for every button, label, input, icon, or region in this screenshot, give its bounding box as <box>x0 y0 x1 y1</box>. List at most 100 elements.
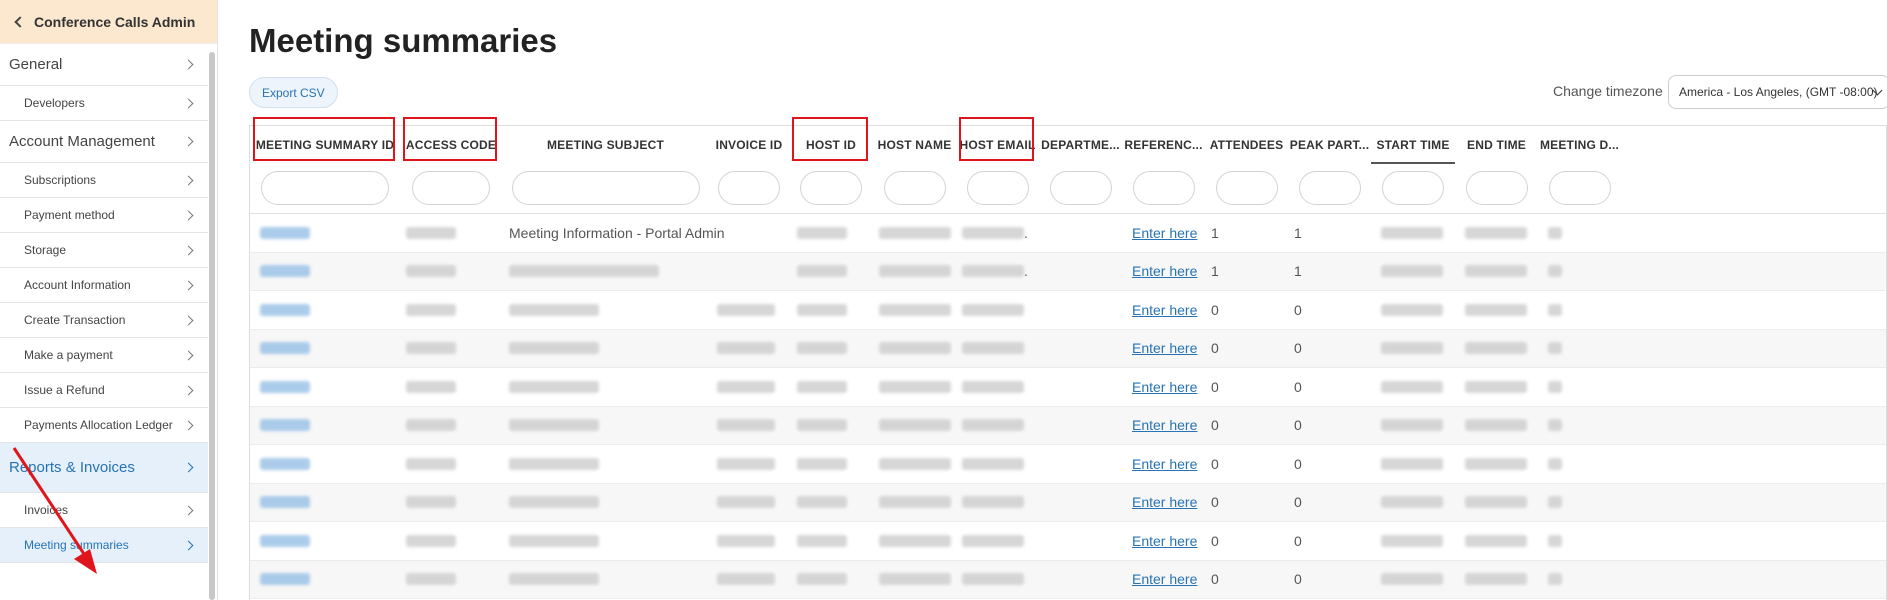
table-row[interactable]: Meeting Information - Portal Admin. Enter… <box>250 214 1886 253</box>
sidebar-item-issue-a-refund[interactable]: Issue a Refund <box>0 373 208 408</box>
reference-enter-link[interactable]: Enter here <box>1132 253 1197 291</box>
redacted-value <box>1381 496 1443 509</box>
sidebar-scrollbar[interactable] <box>209 52 215 600</box>
column-filter-input[interactable] <box>718 171 780 205</box>
table-row[interactable]: Enter here 0 0 <box>250 329 1886 368</box>
column-filter-input[interactable] <box>1132 171 1195 205</box>
column-header-meeting-summary-id[interactable]: MEETING SUMMARY ID <box>250 126 400 164</box>
reference-enter-link[interactable]: Enter here <box>1132 445 1197 483</box>
peak-participants-value: 0 <box>1294 494 1302 511</box>
column-filter-input[interactable] <box>511 171 700 205</box>
table-filter-row <box>250 164 1886 214</box>
column-header-access-code[interactable]: ACCESS CODE <box>400 126 502 164</box>
redacted-value <box>962 342 1024 355</box>
chevron-right-icon <box>183 210 194 220</box>
sidebar-item-payment-method[interactable]: Payment method <box>0 198 208 233</box>
column-filter-input[interactable] <box>1382 171 1444 205</box>
redacted-value <box>797 265 847 278</box>
redacted-value <box>1381 573 1443 586</box>
column-filter-input[interactable] <box>1049 171 1112 205</box>
attendees-value: 0 <box>1211 571 1219 588</box>
redacted-value <box>260 265 310 278</box>
column-header-invoice-id[interactable]: INVOICE ID <box>709 126 789 164</box>
redacted-value <box>406 226 456 239</box>
sidebar-item-create-transaction[interactable]: Create Transaction <box>0 303 208 338</box>
column-header-meeting-subject[interactable]: MEETING SUBJECT <box>502 126 709 164</box>
column-filter-input[interactable] <box>800 171 862 205</box>
reference-enter-link[interactable]: Enter here <box>1132 368 1197 406</box>
redacted-value <box>1548 496 1562 509</box>
redacted-value <box>1548 265 1562 278</box>
reference-enter-link[interactable]: Enter here <box>1132 291 1197 329</box>
reference-enter-link[interactable]: Enter here <box>1132 484 1197 522</box>
sidebar-item-label: Meeting summaries <box>24 538 129 552</box>
sidebar-item-subscriptions[interactable]: Subscriptions <box>0 163 208 198</box>
timezone-value: America - Los Angeles, (GMT -08:00) <box>1679 85 1878 99</box>
reference-enter-link[interactable]: Enter here <box>1132 214 1197 252</box>
table-row[interactable]: Enter here 0 0 <box>250 368 1886 407</box>
meeting-subject-cell <box>509 291 599 329</box>
column-header-attendees[interactable]: ATTENDEES <box>1205 126 1288 164</box>
meeting-subject-cell <box>509 484 599 522</box>
table-row[interactable]: Enter here 0 0 <box>250 522 1886 561</box>
table-row[interactable]: Enter here 0 0 <box>250 291 1886 330</box>
peak-participants-value: 0 <box>1294 571 1302 588</box>
chevron-right-icon <box>183 462 194 473</box>
timezone-select[interactable]: America - Los Angeles, (GMT -08:00) <box>1668 75 1887 109</box>
meeting-subject-cell <box>509 407 599 445</box>
sidebar-item-make-a-payment[interactable]: Make a payment <box>0 338 208 373</box>
redacted-value <box>962 380 1024 393</box>
sidebar-item-label: Storage <box>24 243 67 257</box>
table-row[interactable]: . Enter here 1 1 <box>250 252 1886 291</box>
redacted-value <box>1548 342 1562 355</box>
reference-enter-link[interactable]: Enter here <box>1132 407 1197 445</box>
sidebar-item-invoices[interactable]: Invoices <box>0 493 208 528</box>
column-filter-input[interactable] <box>261 171 389 205</box>
redacted-value <box>1548 380 1562 393</box>
reference-enter-link[interactable]: Enter here <box>1132 561 1197 599</box>
chevron-right-icon <box>183 98 194 108</box>
reference-enter-link[interactable]: Enter here <box>1132 330 1197 368</box>
column-header-start-time[interactable]: START TIME <box>1371 126 1455 164</box>
sidebar-item-account-management[interactable]: Account Management <box>0 121 208 163</box>
column-header-peak-part[interactable]: PEAK PART... <box>1288 126 1371 164</box>
redacted-value <box>1465 534 1527 547</box>
column-header-meeting-d[interactable]: MEETING D... <box>1538 126 1621 164</box>
column-filter-input[interactable] <box>1215 171 1278 205</box>
column-header-host-id[interactable]: HOST ID <box>789 126 873 164</box>
column-filter-input[interactable] <box>412 171 490 205</box>
export-csv-button[interactable]: Export CSV <box>249 77 338 108</box>
redacted-value <box>1381 303 1443 316</box>
redacted-value <box>1465 265 1527 278</box>
column-filter-input[interactable] <box>966 171 1029 205</box>
column-filter-input[interactable] <box>1298 171 1361 205</box>
column-filter-input[interactable] <box>1465 171 1528 205</box>
column-header-departme[interactable]: DEPARTME... <box>1039 126 1122 164</box>
chevron-right-icon <box>183 315 194 325</box>
sidebar-item-storage[interactable]: Storage <box>0 233 208 268</box>
column-header-host-email[interactable]: HOST EMAIL <box>956 126 1039 164</box>
column-header-end-time[interactable]: END TIME <box>1455 126 1538 164</box>
sidebar-item-reports-invoices[interactable]: Reports & Invoices <box>0 443 208 493</box>
table-row[interactable]: Enter here 0 0 <box>250 445 1886 484</box>
sidebar-item-meeting-summaries[interactable]: Meeting summaries <box>0 528 208 563</box>
column-header-host-name[interactable]: HOST NAME <box>873 126 956 164</box>
table-row[interactable]: Enter here 0 0 <box>250 483 1886 522</box>
column-filter-input[interactable] <box>1548 171 1611 205</box>
redacted-value <box>962 226 1024 239</box>
column-header-referenc[interactable]: REFERENC... <box>1122 126 1205 164</box>
redacted-value <box>962 303 1024 316</box>
sidebar-item-developers[interactable]: Developers <box>0 86 208 121</box>
sidebar-item-account-information[interactable]: Account Information <box>0 268 208 303</box>
redacted-value <box>879 419 951 432</box>
redacted-value <box>717 534 775 547</box>
sidebar-item-payments-allocation-ledger[interactable]: Payments Allocation Ledger <box>0 408 208 443</box>
table-row[interactable]: Enter here 0 0 <box>250 406 1886 445</box>
table-row[interactable]: Enter here 0 0 <box>250 560 1886 599</box>
column-filter-input[interactable] <box>883 171 946 205</box>
redacted-value <box>1548 226 1562 239</box>
reference-enter-link[interactable]: Enter here <box>1132 522 1197 560</box>
sidebar-item-general[interactable]: General <box>0 44 208 86</box>
sidebar-back-header[interactable]: Conference Calls Admin <box>0 0 217 44</box>
redacted-value <box>1465 380 1527 393</box>
